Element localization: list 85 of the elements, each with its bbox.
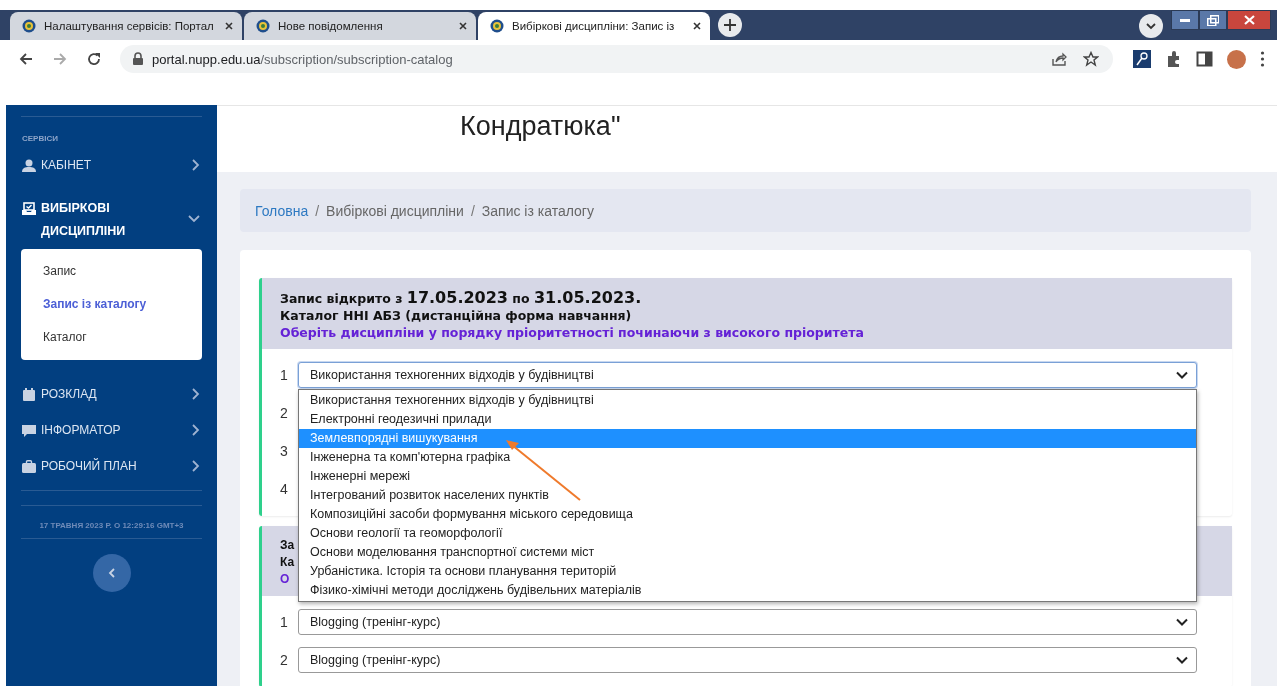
chevron-down-icon [1145, 21, 1157, 31]
tab-search-button[interactable] [1139, 14, 1163, 38]
emblem-icon [490, 19, 504, 33]
minimize-icon [1180, 18, 1190, 22]
star-icon[interactable] [1083, 51, 1099, 67]
page-title: Кондратюка" [460, 111, 621, 142]
dropdown-option[interactable]: Використання техногенних відходів у будівництві [299, 391, 1196, 410]
lock-icon [132, 52, 144, 66]
more-menu-icon[interactable] [1260, 50, 1265, 68]
priority-number: 1 [280, 614, 289, 630]
browser-tab[interactable]: Вибіркові дисципліни: Запис із [478, 12, 710, 40]
dropdown-option[interactable]: Інженерні мережі [299, 467, 1196, 486]
date-time-text: 17 ТРАВНЯ 2023 Р. О 12:29:16 GMT+3 [38, 521, 185, 530]
close-icon[interactable] [692, 21, 702, 31]
user-icon [22, 159, 36, 173]
avatar-icon[interactable] [1227, 49, 1246, 69]
dropdown-option[interactable]: Урбаністика. Історія та основи планування територій [299, 562, 1196, 581]
dropdown-option[interactable]: Фізико-хімічні методи досліджень будівельних матеріалів [299, 581, 1196, 600]
submenu-item[interactable]: Запис із каталогу [21, 288, 202, 321]
sidebar-item[interactable]: РОБОЧИЙ ПЛАН [21, 452, 202, 480]
section-label: СЕРВІСИ [22, 134, 59, 143]
restore-icon [1207, 14, 1219, 26]
dropdown-option[interactable]: Основи геології та геоморфології [299, 524, 1196, 543]
chevron-left-icon [107, 568, 116, 578]
dropdown-option[interactable]: Основи моделювання транспортної системи міст [299, 543, 1196, 562]
side-panel-icon[interactable] [1196, 50, 1213, 68]
chevron-right-icon [191, 388, 200, 400]
dropdown-option[interactable]: Композиційні засоби формування міського середовища [299, 505, 1196, 524]
plus-icon [723, 18, 737, 32]
chevron-right-icon [191, 159, 200, 171]
browser-tab[interactable]: Налаштування сервісів: Портал [10, 12, 242, 40]
dropdown-option[interactable]: Електронні геодезичні прилади [299, 410, 1196, 429]
priority-number: 2 [280, 652, 289, 668]
briefcase-icon [22, 460, 36, 474]
chevron-down-icon [1176, 656, 1188, 664]
dropdown-option[interactable]: Інженерна та комп'ютерна графіка [299, 448, 1196, 467]
breadcrumb-separator: / [315, 202, 320, 219]
catalog-title: Каталог ННІ АБЗ (дистанційна форма навчання) [280, 307, 632, 324]
chevron-down-icon [1176, 371, 1188, 379]
close-button[interactable] [1227, 10, 1271, 30]
chevron-down-icon [1176, 618, 1188, 626]
instruction-text: О [280, 571, 290, 588]
discipline-select[interactable]: Blogging (тренінг-курс) [298, 647, 1197, 673]
priority-number: 3 [280, 443, 289, 459]
sidebar-item[interactable]: ВИБІРКОВІ ДИСЦИПЛІНИ [21, 187, 202, 249]
discipline-select[interactable]: Blogging (тренінг-курс) [298, 609, 1197, 635]
close-icon[interactable] [458, 21, 468, 31]
chevron-right-icon [191, 424, 200, 436]
submenu-item[interactable]: Каталог [21, 321, 202, 354]
close-icon[interactable] [224, 21, 234, 31]
breadcrumb-item: Вибіркові дисципліни [326, 202, 464, 219]
sidebar-item[interactable]: ІНФОРМАТОР [21, 416, 202, 444]
address-bar[interactable]: portal.nupp.edu.ua/subscription/subscription-catalog [120, 45, 1113, 73]
url-text: portal.nupp.edu.ua/subscription/subscription-catalog [152, 51, 453, 67]
speech-bubble-icon [22, 424, 36, 438]
sidebar-item[interactable]: КАБІНЕТ [21, 151, 202, 179]
new-tab-button[interactable] [718, 13, 742, 37]
emblem-icon [22, 19, 36, 33]
enrollment-period: За [280, 537, 295, 554]
breadcrumb-separator: / [470, 202, 475, 219]
chevron-right-icon [191, 460, 200, 472]
share-icon[interactable] [1051, 51, 1067, 67]
submenu-item[interactable]: Запис [21, 255, 202, 288]
sidebar-item[interactable]: РОЗКЛАД [21, 380, 202, 408]
catalog-title: Ка [280, 554, 295, 571]
puzzle-icon[interactable] [1165, 50, 1182, 68]
priority-number: 4 [280, 481, 289, 497]
priority-number: 2 [280, 405, 289, 421]
key-icon[interactable] [1133, 50, 1151, 68]
back-arrow-icon[interactable] [18, 51, 34, 67]
browser-tab[interactable]: Нове повідомлення [244, 12, 476, 40]
discipline-select[interactable]: Використання техногенних відходів у будівництві [298, 362, 1197, 388]
inbox-check-icon [22, 202, 36, 216]
close-icon [1243, 15, 1255, 25]
emblem-icon [256, 19, 270, 33]
enrollment-period: Запис відкрито з 17.05.2023 по 31.05.2023. [280, 289, 642, 307]
breadcrumb-item: Запис із каталогу [481, 202, 594, 219]
calendar-icon [22, 388, 36, 402]
instruction-text: Оберіть дисципліни у порядку пріоритетності починаючи з високого пріоритета [280, 324, 864, 341]
reload-icon[interactable] [86, 51, 102, 67]
dropdown-option[interactable]: Інтегрований розвиток населених пунктів [299, 486, 1196, 505]
breadcrumb-link[interactable]: Головна [255, 202, 309, 219]
minimize-button[interactable] [1171, 10, 1199, 30]
restore-button[interactable] [1199, 10, 1227, 30]
priority-number: 1 [280, 367, 289, 383]
